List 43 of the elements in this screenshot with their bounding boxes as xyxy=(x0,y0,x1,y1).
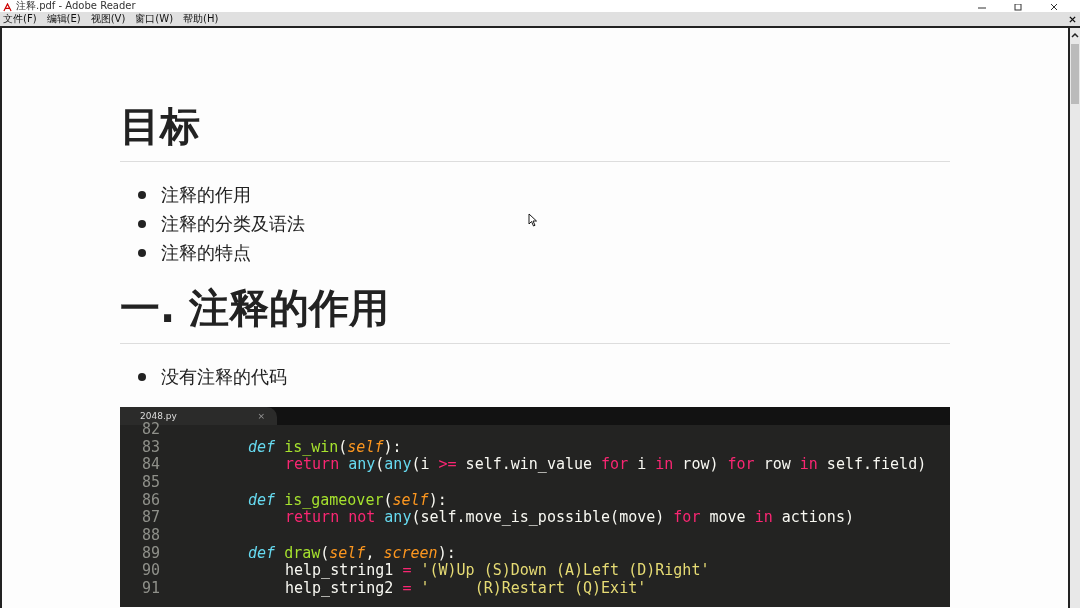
section-heading: 一. 注释的作用 xyxy=(120,284,391,333)
bullet-dot-icon xyxy=(138,219,146,228)
tab-close[interactable]: × xyxy=(257,411,265,421)
bullet-dot-icon xyxy=(138,248,146,257)
bullet-dot-icon xyxy=(138,190,146,199)
line-number: 85 xyxy=(140,472,160,491)
code-line: return not any(self.move_is_possible(move) for move in actions) xyxy=(285,508,854,527)
line-number: 89 xyxy=(140,543,160,562)
minimize-icon[interactable] xyxy=(976,4,988,12)
close-icon[interactable] xyxy=(1048,4,1060,12)
code-line: help_string1 = '(W)Up (S)Down (A)Left (D)Right' xyxy=(285,561,710,580)
menu-item[interactable]: 窗口(W) xyxy=(135,12,174,26)
menu-item[interactable]: 帮助(H) xyxy=(183,12,219,26)
window-title: 注释.pdf - Adobe Reader xyxy=(16,0,136,12)
code-line: help_string2 = ' (R)Restart (Q)Exit' xyxy=(285,579,647,598)
line-number: 83 xyxy=(140,437,160,456)
line-number: 87 xyxy=(140,508,160,527)
code-line: def draw(self, screen): xyxy=(248,543,456,562)
pdf-icon xyxy=(3,3,12,12)
list-item: 注释的分类及语法 xyxy=(161,211,305,236)
line-number: 84 xyxy=(140,455,160,474)
code-line: return any(any(i >= self.win_value for i in row) for row in self.field) xyxy=(285,455,927,474)
menu-item[interactable]: 文件(F) xyxy=(3,12,37,26)
code-line: def is_win(self): xyxy=(248,437,402,456)
menu-item[interactable]: 视图(V) xyxy=(90,12,126,26)
line-number: 86 xyxy=(140,490,160,509)
tab-label: 2048.py xyxy=(140,411,177,421)
maximize-icon[interactable] xyxy=(1012,4,1024,12)
line-number: 88 xyxy=(140,525,160,544)
scroll-up-icon[interactable] xyxy=(1071,32,1079,38)
code-line: def is_gameover(self): xyxy=(248,490,447,509)
bullet-dot-icon xyxy=(138,372,146,381)
list-item: 没有注释的代码 xyxy=(161,364,287,389)
line-number: 90 xyxy=(140,561,160,580)
menu-item[interactable]: 编辑(E) xyxy=(46,12,81,26)
close-document-icon[interactable] xyxy=(1069,15,1076,23)
line-number: 91 xyxy=(140,579,160,598)
scroll-thumb[interactable] xyxy=(1071,44,1079,104)
section-heading: 目标 xyxy=(120,102,201,151)
list-item: 注释的特点 xyxy=(161,240,251,265)
mouse-cursor-icon xyxy=(528,213,538,227)
list-item: 注释的作用 xyxy=(161,182,251,207)
scrollbar[interactable] xyxy=(1068,28,1080,608)
